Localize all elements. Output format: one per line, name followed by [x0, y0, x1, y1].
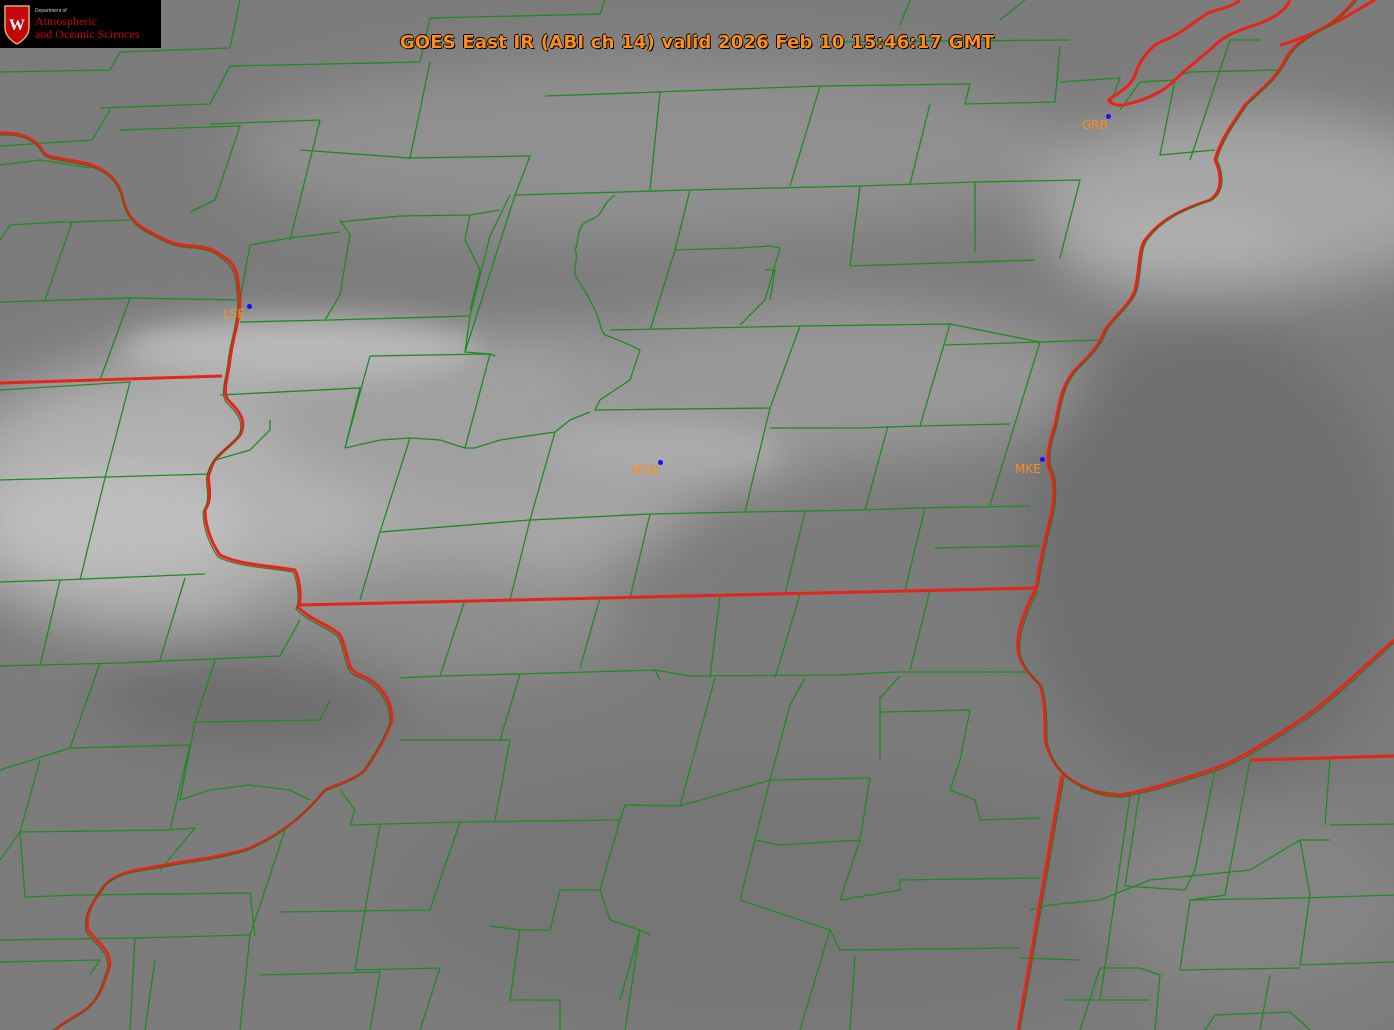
map-title: GOES East IR (ABI ch 14) valid 2026 Feb … — [399, 32, 995, 53]
ir-satellite-map — [0, 0, 1394, 1030]
station-label-mke: MKE — [1015, 462, 1041, 476]
station-marker-msn — [658, 460, 663, 465]
station-label-lse: LSE — [223, 307, 245, 321]
svg-text:W: W — [9, 17, 25, 34]
station-marker-lse — [247, 304, 252, 309]
station-label-grb: GRB — [1082, 118, 1108, 132]
logo-line2: and Oceanic Sciences — [35, 27, 140, 41]
station-label-msn: MSN — [631, 463, 658, 477]
aos-logo[interactable]: W Department of Atmospheric and Oceanic … — [0, 0, 161, 48]
uw-crest-icon: W — [4, 5, 30, 45]
